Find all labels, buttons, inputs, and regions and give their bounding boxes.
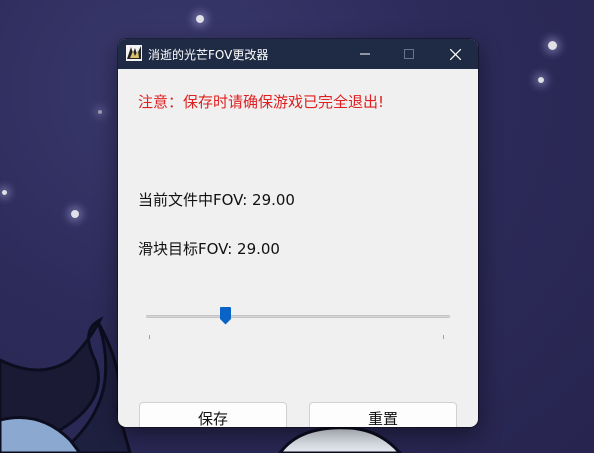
maximize-icon — [404, 49, 414, 59]
slider-tick-max — [443, 335, 444, 339]
slider-thumb[interactable] — [220, 307, 232, 325]
close-icon — [449, 48, 461, 60]
window-title: 消逝的光芒FOV更改器 — [148, 48, 269, 62]
current-fov-label: 当前文件中FOV: 29.00 — [138, 191, 295, 209]
close-button[interactable] — [432, 39, 478, 69]
minimize-icon — [360, 53, 370, 55]
title-bar[interactable]: 消逝的光芒FOV更改器 — [118, 39, 478, 69]
app-icon — [126, 45, 142, 61]
slider-tick-min — [149, 335, 150, 339]
maximize-button[interactable] — [386, 39, 432, 69]
window-content: 注意：保存时请确保游戏已完全退出! 当前文件中FOV: 29.00 滑块目标FO… — [118, 69, 478, 427]
minimize-button[interactable] — [342, 39, 388, 69]
save-button[interactable]: 保存 — [139, 402, 287, 427]
reset-button[interactable]: 重置 — [309, 402, 457, 427]
target-fov-label: 滑块目标FOV: 29.00 — [138, 240, 280, 258]
warning-text: 注意：保存时请确保游戏已完全退出! — [138, 93, 385, 111]
app-window: 消逝的光芒FOV更改器 注意：保存时请确保游戏已完全退出! 当前文件中FOV: … — [118, 39, 478, 427]
fov-slider[interactable] — [144, 305, 452, 345]
slider-track[interactable] — [146, 315, 450, 318]
